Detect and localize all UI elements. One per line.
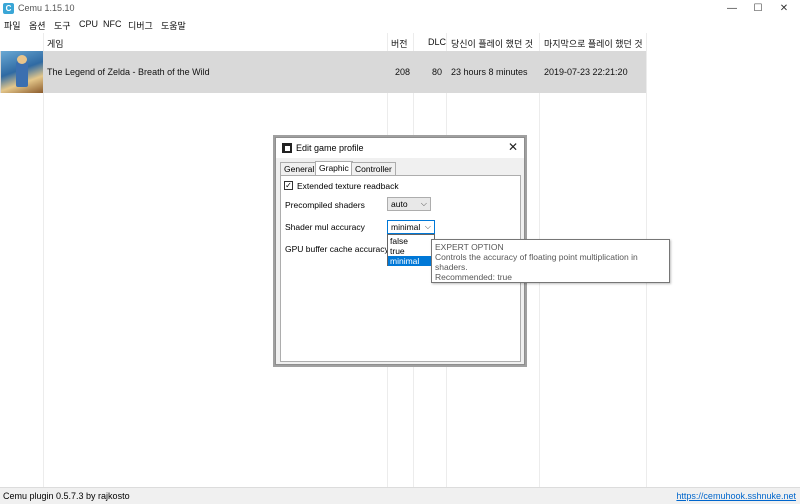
menu-bar: 파일 옵션 도구 CPU NFC 디버그 도움말: [0, 18, 800, 32]
chevron-down-icon: ⌵: [420, 199, 427, 208]
column-divider: [43, 33, 44, 487]
tab-controller[interactable]: Controller: [351, 162, 396, 175]
plugin-info: Cemu plugin 0.5.7.3 by rajkosto: [3, 491, 130, 501]
version-cell: 208: [395, 67, 411, 77]
close-window-button[interactable]: ✕: [770, 0, 798, 18]
dlc-cell: 80: [432, 67, 443, 77]
precompiled-shaders-label: Precompiled shaders: [285, 200, 365, 210]
precompiled-shaders-select[interactable]: auto ⌵: [387, 197, 431, 211]
title-bar: C Cemu 1.15.10 — ☐ ✕: [0, 0, 800, 18]
tooltip-description: Controls the accuracy of floating point …: [435, 252, 638, 272]
header-game[interactable]: 게임: [47, 37, 64, 50]
dialog-close-button[interactable]: ✕: [508, 140, 518, 154]
extended-texture-readback-checkbox[interactable]: ✓: [284, 181, 293, 190]
header-dlc[interactable]: DLC: [428, 37, 446, 47]
last-played-cell: 2019-07-23 22:21:20: [544, 67, 628, 77]
expert-option-tooltip: EXPERT OPTION Controls the accuracy of f…: [431, 239, 670, 283]
dialog-title-bar: Edit game profile ✕: [276, 138, 524, 158]
menu-help[interactable]: 도움말: [161, 19, 186, 32]
minimize-button[interactable]: —: [718, 0, 746, 18]
thumbnail-head: [17, 55, 27, 64]
menu-cpu[interactable]: CPU: [79, 19, 98, 29]
header-version[interactable]: 버전: [391, 37, 408, 50]
shader-mul-accuracy-label: Shader mul accuracy: [285, 222, 365, 232]
menu-tools[interactable]: 도구: [54, 19, 71, 32]
shader-mul-accuracy-select[interactable]: minimal ⌵: [387, 220, 435, 234]
maximize-button[interactable]: ☐: [744, 0, 772, 18]
tooltip-recommendation: Recommended: true: [435, 272, 513, 282]
dialog-title: Edit game profile: [296, 143, 364, 153]
menu-file[interactable]: 파일: [4, 19, 21, 32]
game-thumbnail: [1, 51, 43, 93]
cemu-app-icon: C: [3, 3, 14, 14]
header-playtime[interactable]: 당신이 플레이 했던 것: [451, 37, 533, 50]
tab-graphic[interactable]: Graphic: [315, 161, 353, 176]
tab-general[interactable]: General: [280, 162, 319, 175]
header-last-played[interactable]: 마지막으로 플레이 했던 것: [544, 37, 643, 50]
profile-icon: [282, 143, 292, 153]
chevron-down-icon: ⌵: [424, 222, 431, 231]
precompiled-shaders-value: auto: [391, 199, 408, 209]
option-minimal[interactable]: minimal: [388, 256, 434, 266]
status-bar: Cemu plugin 0.5.7.3 by rajkosto https://…: [0, 487, 800, 504]
shader-mul-accuracy-value: minimal: [391, 222, 421, 232]
cemuhook-link[interactable]: https://cemuhook.sshnuke.net: [676, 491, 796, 501]
menu-debug[interactable]: 디버그: [128, 19, 153, 32]
menu-nfc[interactable]: NFC: [103, 19, 122, 29]
extended-texture-readback-label: Extended texture readback: [297, 181, 399, 191]
option-true[interactable]: true: [388, 246, 434, 256]
window-title: Cemu 1.15.10: [18, 3, 75, 13]
option-false[interactable]: false: [388, 236, 434, 246]
menu-options[interactable]: 옵션: [29, 19, 46, 32]
game-name-cell: The Legend of Zelda - Breath of the Wild: [47, 67, 210, 77]
gpu-buffer-cache-accuracy-label: GPU buffer cache accuracy: [285, 244, 389, 254]
tooltip-heading: EXPERT OPTION: [435, 242, 504, 252]
shader-mul-accuracy-dropdown: false true minimal: [387, 234, 435, 266]
playtime-cell: 23 hours 8 minutes: [451, 67, 528, 77]
